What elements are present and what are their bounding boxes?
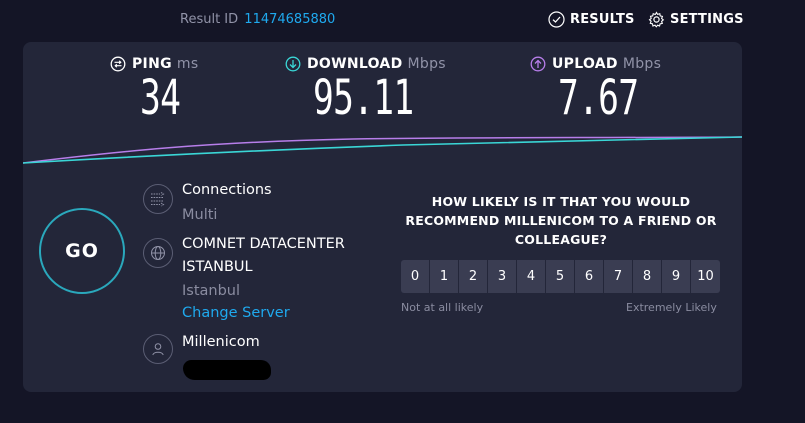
rating-button[interactable]: 7 — [604, 260, 633, 293]
upload-arrow-icon — [530, 56, 546, 72]
download-graph-line — [23, 136, 742, 164]
result-id-link[interactable]: 11474685880 — [244, 12, 335, 27]
checkmark-circle-icon — [548, 11, 565, 28]
server-name-line2: ISTANBUL — [182, 259, 253, 275]
rating-button[interactable]: 8 — [633, 260, 662, 293]
survey-question: HOW LIKELY IS IT THAT YOU WOULD RECOMMEN… — [405, 194, 717, 247]
rating-button[interactable]: 0 — [401, 260, 430, 293]
connections-value: Multi — [182, 207, 218, 223]
scale-high-label: Extremely Likely — [626, 301, 717, 314]
gear-icon — [648, 11, 665, 28]
upload-graph-line — [23, 136, 742, 164]
result-id-label: Result ID — [180, 12, 239, 27]
settings-label: SETTINGS — [670, 12, 744, 27]
results-panel: PING ms 34 DOWNLOAD Mbps 95.11 UPLOAD Mb… — [23, 42, 742, 392]
rating-button[interactable]: 5 — [546, 260, 575, 293]
rating-button[interactable]: 2 — [459, 260, 488, 293]
ping-metric: PING ms 34 — [110, 56, 198, 124]
download-value: 95.11 — [313, 70, 414, 126]
connections-title: Connections — [182, 182, 272, 198]
speed-graph — [23, 136, 742, 164]
settings-button[interactable]: SETTINGS — [648, 11, 744, 28]
scale-low-label: Not at all likely — [401, 301, 484, 314]
go-button[interactable]: GO — [39, 208, 125, 294]
rating-button[interactable]: 4 — [517, 260, 546, 293]
top-bar: Result ID 11474685880 RESULTS SETTINGS — [0, 0, 805, 40]
user-icon — [143, 334, 173, 364]
globe-icon — [143, 238, 173, 268]
result-id: Result ID 11474685880 — [180, 12, 335, 27]
rating-scale: 0 1 2 3 4 5 6 7 8 9 10 — [401, 260, 720, 293]
server-location: Istanbul — [182, 283, 241, 299]
download-arrow-icon — [285, 56, 301, 72]
results-button[interactable]: RESULTS — [548, 11, 635, 28]
ping-icon — [110, 56, 126, 72]
rating-button[interactable]: 1 — [430, 260, 459, 293]
rating-button[interactable]: 6 — [575, 260, 604, 293]
connections-icon — [143, 184, 173, 214]
upload-value: 7.67 — [558, 70, 639, 126]
results-label: RESULTS — [570, 12, 635, 27]
upload-metric: UPLOAD Mbps 7.67 — [530, 56, 670, 124]
redacted-ip — [183, 360, 271, 380]
rating-button[interactable]: 3 — [488, 260, 517, 293]
download-metric: DOWNLOAD Mbps 95.11 — [285, 56, 453, 124]
rating-button[interactable]: 10 — [691, 260, 720, 293]
rating-button[interactable]: 9 — [662, 260, 691, 293]
provider-name: Millenicom — [182, 334, 260, 350]
ping-value: 34 — [140, 70, 181, 126]
server-name-line1: COMNET DATACENTER — [182, 236, 345, 252]
change-server-link[interactable]: Change Server — [182, 305, 290, 321]
